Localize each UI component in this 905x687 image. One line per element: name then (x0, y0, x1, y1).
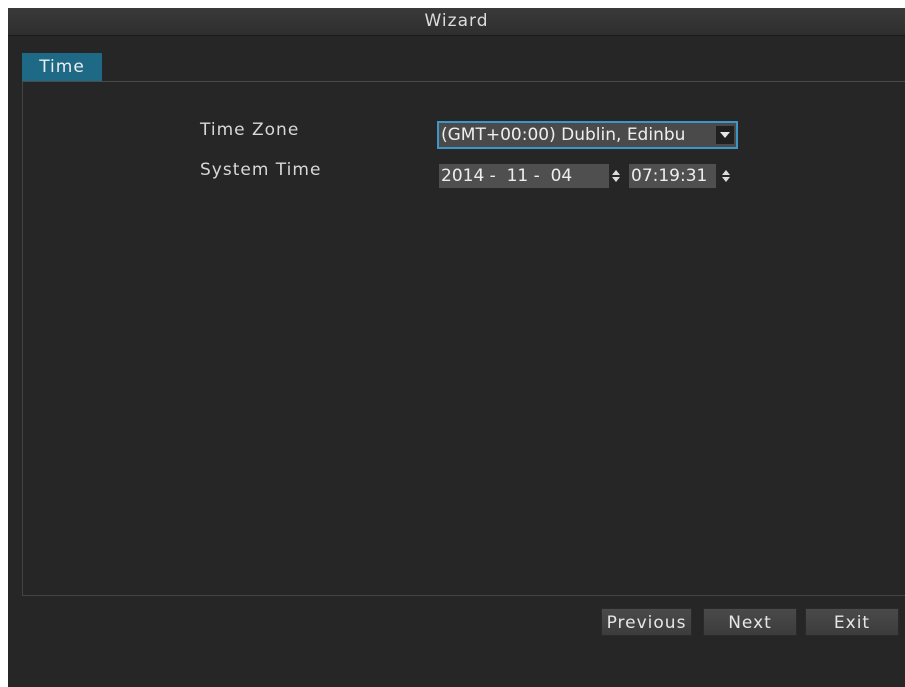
date-spinner-icon[interactable] (609, 164, 623, 188)
spin-up-icon[interactable] (612, 170, 620, 175)
time-zone-select[interactable]: (GMT+00:00) Dublin, Edinbu (437, 121, 738, 149)
spin-down-icon[interactable] (722, 177, 730, 182)
window-title: Wizard (8, 8, 905, 36)
spin-down-icon[interactable] (612, 177, 620, 182)
exit-button[interactable]: Exit (805, 608, 899, 636)
previous-button[interactable]: Previous (601, 608, 692, 636)
chevron-down-icon[interactable] (716, 126, 734, 144)
time-settings-panel (22, 82, 905, 596)
time-spinner-icon[interactable] (719, 164, 733, 188)
wizard-window: Wizard Time Time Zone (GMT+00:00) Dublin… (8, 8, 905, 687)
next-button[interactable]: Next (703, 608, 797, 636)
time-field[interactable]: 07:19:31 (629, 164, 716, 188)
time-zone-value: (GMT+00:00) Dublin, Edinbu (441, 125, 686, 145)
date-field[interactable]: 2014 - 11 - 04 (439, 164, 609, 188)
spin-up-icon[interactable] (722, 170, 730, 175)
system-time-label: System Time (200, 160, 322, 180)
time-zone-label: Time Zone (200, 120, 300, 140)
tab-time[interactable]: Time (22, 53, 102, 81)
